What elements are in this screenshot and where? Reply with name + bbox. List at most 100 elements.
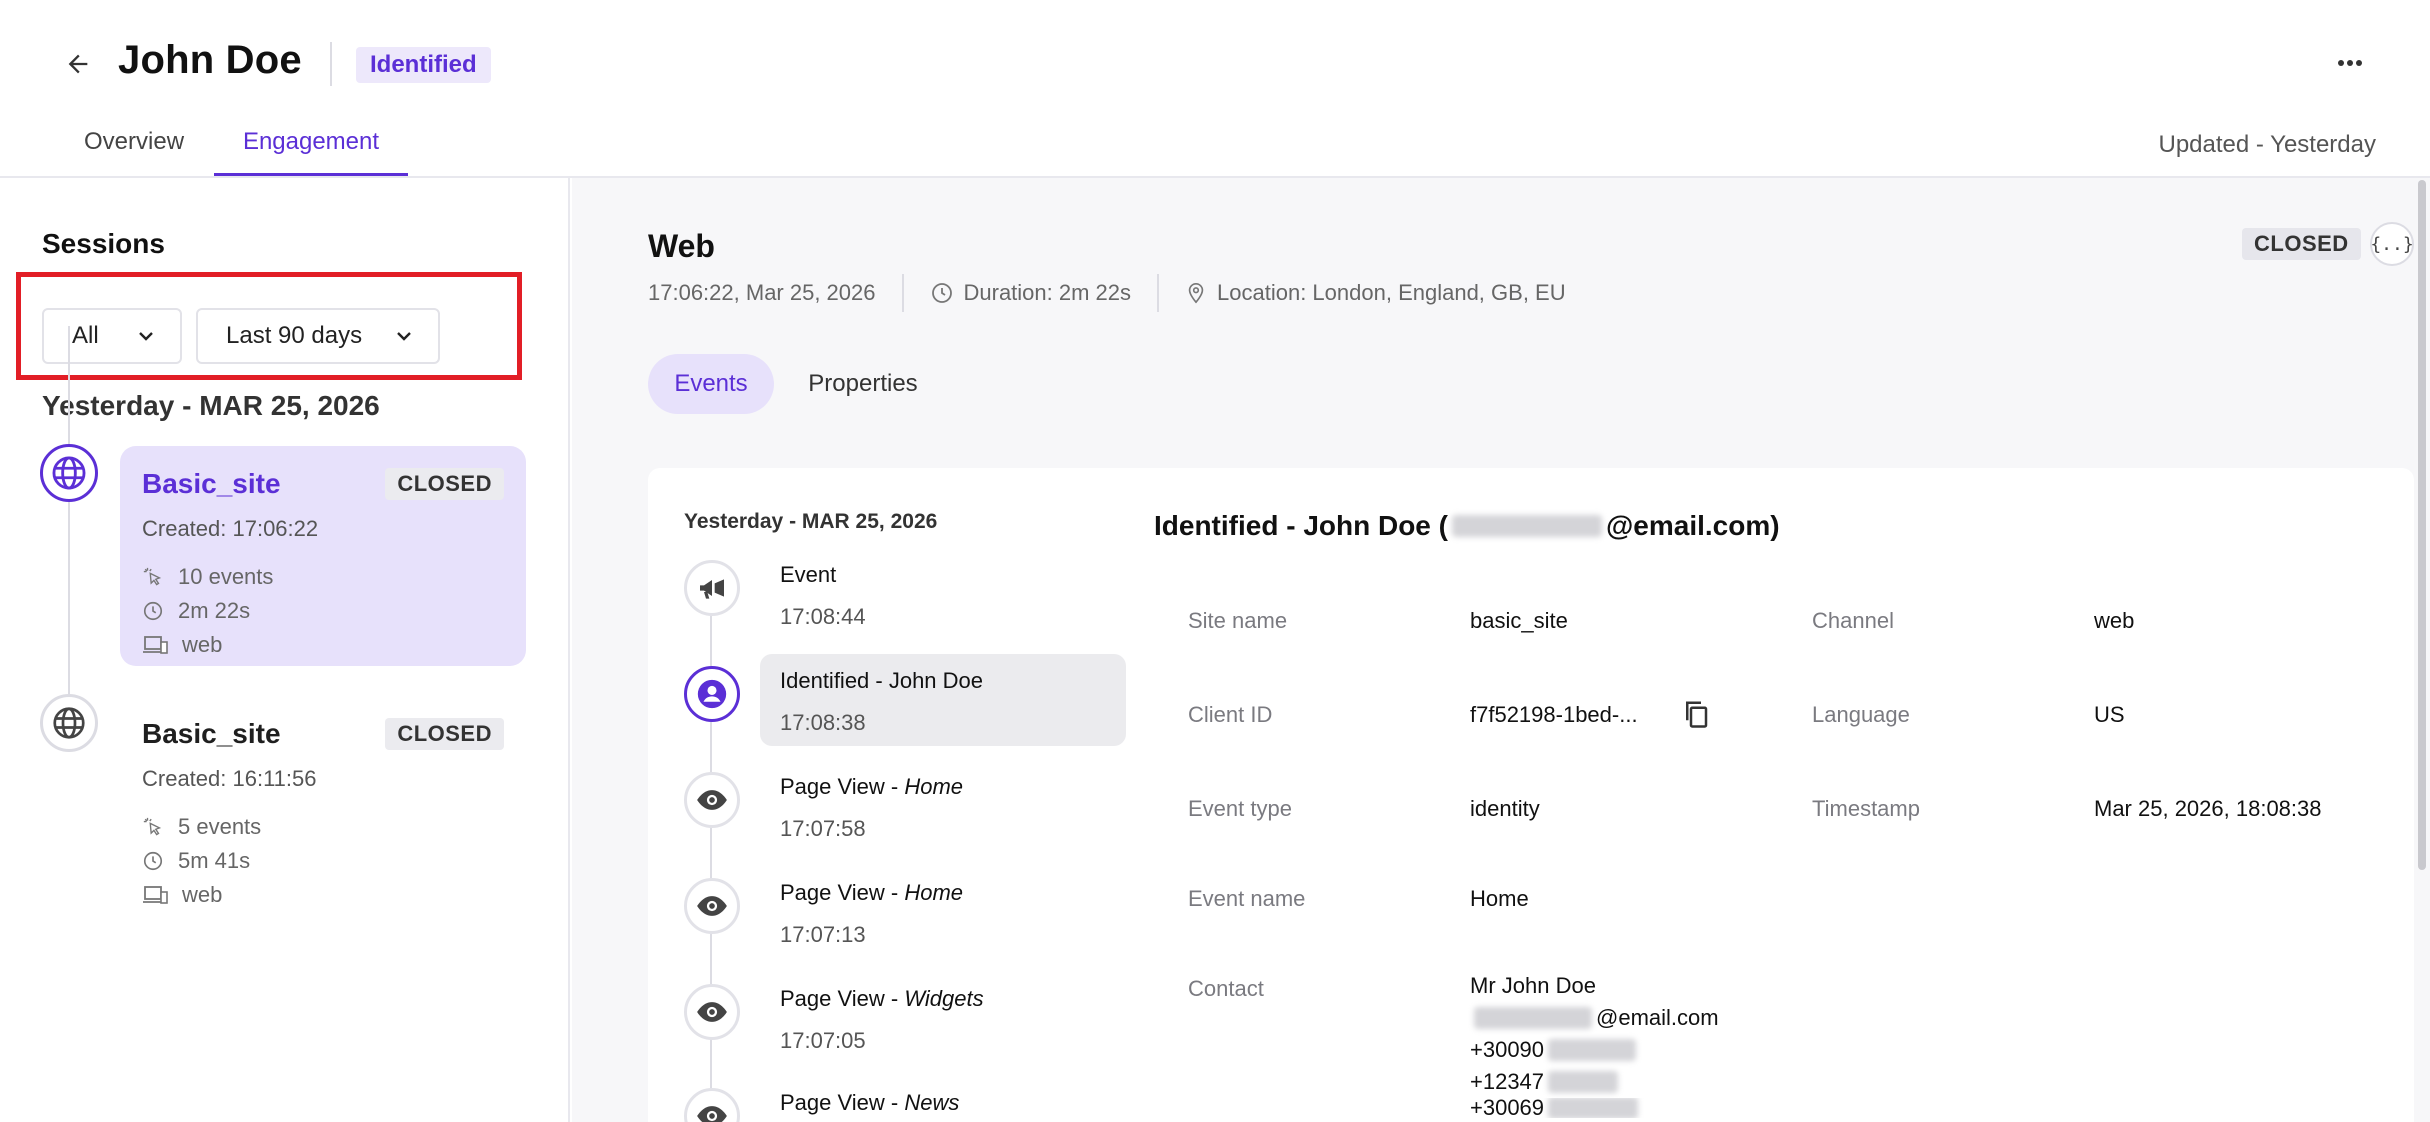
event-item[interactable]: Page View - Home 17:07:58 <box>760 760 1126 852</box>
events-panel: Yesterday - MAR 25, 2026 Event 17:08:44 … <box>648 468 2414 1122</box>
date-range-dropdown[interactable]: Last 90 days <box>196 308 440 364</box>
more-options-button[interactable] <box>2330 46 2370 80</box>
tab-properties[interactable]: Properties <box>788 354 938 414</box>
timestamp-label: Timestamp <box>1812 796 1920 821</box>
session-type-value: All <box>72 322 99 349</box>
event-icon <box>684 984 740 1040</box>
phone-prefix: +30090 <box>1470 1037 1545 1062</box>
title-divider <box>330 42 332 86</box>
phone-prefix: +12347 <box>1470 1069 1545 1094</box>
chevron-down-icon <box>139 332 153 341</box>
contact-email: @email.com <box>1470 1002 1719 1034</box>
contact-name: Mr John Doe <box>1470 973 1596 998</box>
contact-phone: +30090 <box>1470 1034 1719 1066</box>
session-globe-icon <box>40 694 98 752</box>
session-timeline-line <box>68 326 70 726</box>
event-time: 17:08:38 <box>780 710 866 735</box>
event-item[interactable]: Page View - Home 17:07:13 <box>760 866 1126 958</box>
session-type-dropdown[interactable]: All <box>42 308 182 364</box>
event-name-label: Event name <box>1188 886 1306 911</box>
detail-title-prefix: Identified - John Doe ( <box>1154 510 1448 541</box>
eye-icon <box>697 1106 727 1122</box>
location-pin-icon <box>1188 283 1204 304</box>
session-channel-text: web <box>182 632 223 657</box>
session-globe-icon <box>40 444 98 502</box>
event-label: Page View - Home <box>780 880 964 905</box>
event-label: Page View - Widgets <box>780 986 984 1011</box>
event-time: 17:08:44 <box>780 604 866 629</box>
client-id-value: f7f52198-1bed-... <box>1470 702 1638 727</box>
session-title: Web <box>648 228 715 264</box>
session-events-count: 5 events <box>142 814 261 840</box>
session-duration-text: 2m 22s <box>178 598 251 623</box>
phone-prefix: +30069 <box>1470 1098 1545 1118</box>
updated-label: Updated - Yesterday <box>2158 131 2377 158</box>
globe-icon <box>52 456 86 490</box>
session-channel: web <box>142 632 222 658</box>
event-detail-title: Identified - John Doe ( @email.com) <box>1154 510 1780 542</box>
event-type-value: identity <box>1470 796 1540 821</box>
meta-divider <box>1157 274 1160 312</box>
session-card[interactable]: Basic_site CLOSED Created: 16:11:56 5 ev… <box>120 696 526 916</box>
event-item-selected[interactable]: Identified - John Doe 17:08:38 <box>760 654 1126 746</box>
view-json-button[interactable]: {..} <box>2370 222 2414 266</box>
contact-label: Contact <box>1188 976 1264 1001</box>
eye-icon <box>697 790 727 810</box>
session-duration: 2m 22s <box>142 598 250 624</box>
event-time: 17:07:05 <box>780 1028 866 1053</box>
event-item[interactable]: Event 17:08:44 <box>760 548 1126 640</box>
redacted-text <box>1548 1098 1639 1118</box>
event-label: Page View - Home <box>780 774 964 799</box>
active-tab-indicator <box>214 173 408 176</box>
events-timeline-line <box>710 578 712 1122</box>
back-button[interactable] <box>58 44 98 84</box>
devices-icon <box>143 636 168 654</box>
main-scrollbar[interactable] <box>2418 180 2426 870</box>
eye-icon <box>697 1002 727 1022</box>
tab-events[interactable]: Events <box>648 354 774 414</box>
session-duration: 5m 41s <box>142 848 250 874</box>
eye-icon <box>697 896 727 916</box>
event-icon <box>684 560 740 616</box>
session-card[interactable]: Basic_site CLOSED Created: 17:06:22 10 e… <box>120 446 526 666</box>
event-time: 17:07:13 <box>780 922 866 947</box>
duration-text: Duration: 2m 22s <box>963 280 1132 305</box>
session-events-text: 10 events <box>178 564 274 589</box>
event-icon <box>684 1088 740 1122</box>
tab-overview[interactable]: Overview <box>84 128 184 156</box>
contact-phone: +12347 <box>1470 1066 1719 1098</box>
copy-icon <box>1686 701 1708 728</box>
date-range-value: Last 90 days <box>226 322 363 349</box>
event-label: Identified - John Doe <box>780 668 984 693</box>
session-events-text: 5 events <box>178 814 262 839</box>
chevron-down-icon <box>397 332 411 341</box>
copy-client-id-button[interactable] <box>1678 696 1714 732</box>
event-item[interactable]: Page View - News <box>760 1076 1126 1122</box>
session-status-badge: CLOSED <box>2242 228 2361 260</box>
contact-phone: +30069 <box>1470 1098 1719 1118</box>
language-value: US <box>2094 702 2125 727</box>
event-icon <box>684 666 740 722</box>
session-events-count: 10 events <box>142 564 273 590</box>
session-date-group: Yesterday - MAR 25, 2026 <box>42 390 380 421</box>
session-duration-meta: Duration: 2m 22s <box>930 280 1132 306</box>
devices-icon <box>143 886 168 904</box>
event-item[interactable]: Page View - Widgets 17:07:05 <box>760 972 1126 1064</box>
tab-engagement[interactable]: Engagement <box>214 128 408 156</box>
events-date-group: Yesterday - MAR 25, 2026 <box>684 510 938 533</box>
event-time: 17:07:58 <box>780 816 866 841</box>
event-type-label: Event type <box>1188 796 1292 821</box>
language-label: Language <box>1812 702 1910 727</box>
page-title: John Doe <box>118 38 302 82</box>
session-status-badge: CLOSED <box>385 468 504 500</box>
redacted-text <box>1452 515 1602 537</box>
client-id-label: Client ID <box>1188 702 1273 727</box>
contact-email-suffix: @email.com <box>1596 1005 1719 1030</box>
session-duration-text: 5m 41s <box>178 848 251 873</box>
session-name: Basic_site <box>142 468 281 499</box>
meta-divider <box>901 274 904 312</box>
timestamp-value: Mar 25, 2026, 18:08:38 <box>2094 796 2322 821</box>
location-text: Location: London, England, GB, EU <box>1217 280 1566 305</box>
event-label: Event <box>780 562 837 587</box>
session-detail: Web 17:06:22, Mar 25, 2026 Duration: 2m … <box>572 178 2430 1122</box>
